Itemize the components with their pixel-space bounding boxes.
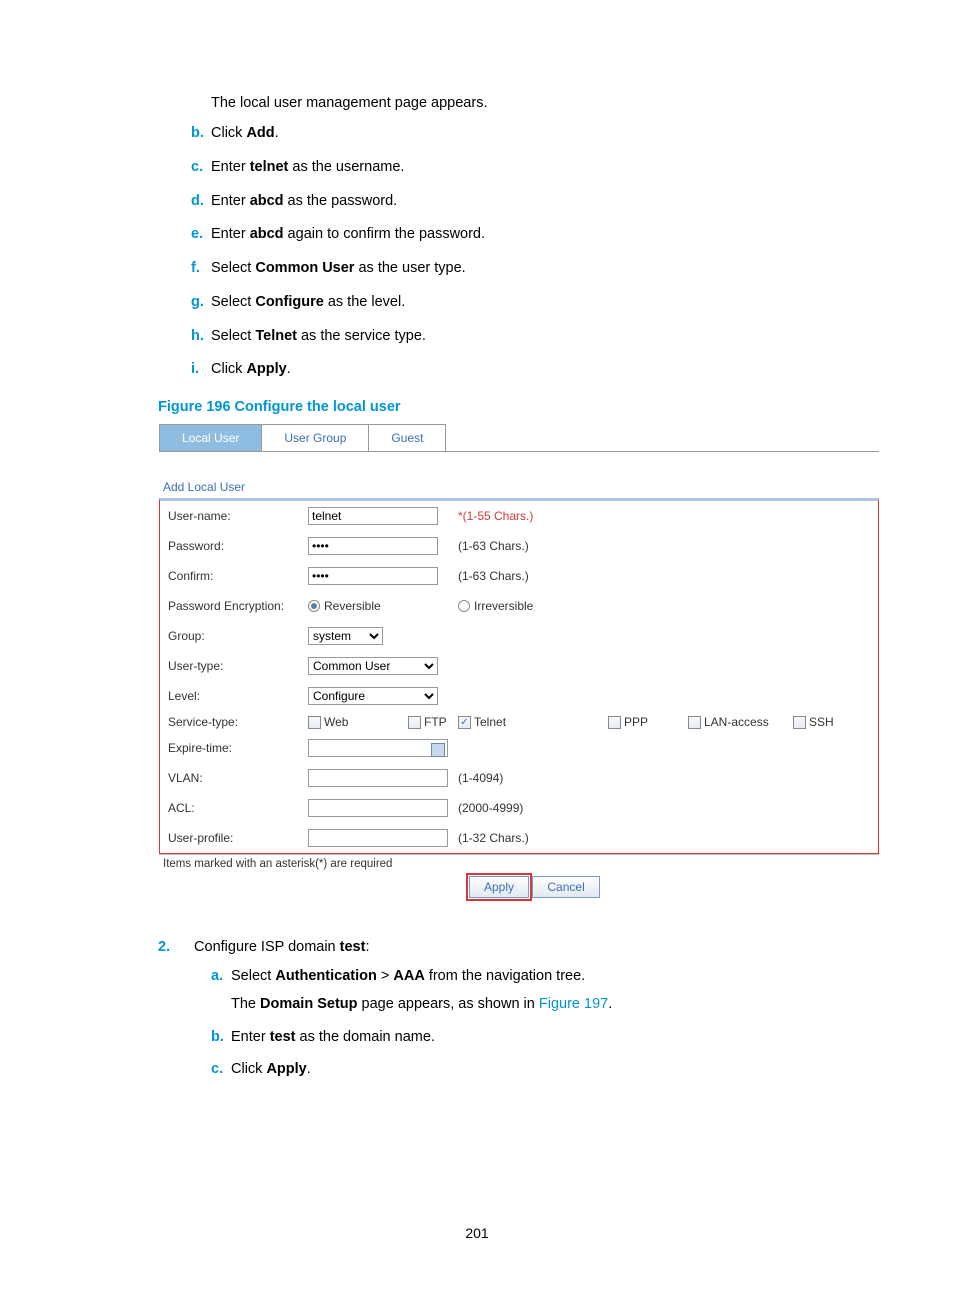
input-profile[interactable] bbox=[308, 829, 448, 847]
apply-button[interactable]: Apply bbox=[469, 876, 529, 898]
hint-username: *(1-55 Chars.) bbox=[458, 509, 533, 523]
radio-reversible-label: Reversible bbox=[324, 599, 381, 613]
checkbox-icon bbox=[608, 716, 621, 729]
service-ftp[interactable]: FTP bbox=[408, 715, 458, 729]
step2-c: c.Click Apply. bbox=[211, 1058, 864, 1080]
radio-irreversible[interactable] bbox=[458, 600, 470, 612]
hint-password: (1-63 Chars.) bbox=[458, 539, 529, 553]
required-note: Items marked with an asterisk(*) are req… bbox=[159, 854, 879, 870]
label-encryption: Password Encryption: bbox=[168, 599, 308, 613]
step-item: i.Click Apply. bbox=[191, 359, 864, 381]
step2-a-desc: The Domain Setup page appears, as shown … bbox=[231, 993, 864, 1015]
hint-vlan: (1-4094) bbox=[458, 771, 503, 785]
add-user-form: User-name: *(1-55 Chars.) Password: (1-6… bbox=[159, 498, 879, 854]
input-acl[interactable] bbox=[308, 799, 448, 817]
checkbox-icon bbox=[308, 716, 321, 729]
calendar-icon[interactable] bbox=[431, 743, 445, 757]
label-usertype: User-type: bbox=[168, 659, 308, 673]
label-vlan: VLAN: bbox=[168, 771, 308, 785]
input-password[interactable] bbox=[308, 537, 438, 555]
step-item: c.Enter telnet as the username. bbox=[191, 157, 864, 179]
tab-guest[interactable]: Guest bbox=[368, 424, 446, 451]
step2-number: 2. bbox=[158, 939, 178, 955]
hint-confirm: (1-63 Chars.) bbox=[458, 569, 529, 583]
service-telnet[interactable]: ✓Telnet bbox=[458, 715, 608, 729]
input-expire[interactable] bbox=[308, 739, 448, 757]
figure-caption: Figure 196 Configure the local user bbox=[158, 399, 864, 415]
step-item: g.Select Configure as the level. bbox=[191, 292, 864, 314]
hint-profile: (1-32 Chars.) bbox=[458, 831, 529, 845]
figure-197-link[interactable]: Figure 197 bbox=[539, 996, 608, 1012]
numbered-list: 2. Configure ISP domain test: a.Select A… bbox=[158, 939, 864, 1081]
label-level: Level: bbox=[168, 689, 308, 703]
screenshot-panel: Local User User Group Guest Add Local Us… bbox=[158, 423, 880, 899]
select-level[interactable]: Configure bbox=[308, 687, 438, 705]
tab-user-group[interactable]: User Group bbox=[261, 424, 369, 451]
step-item: h.Select Telnet as the service type. bbox=[191, 326, 864, 348]
label-group: Group: bbox=[168, 629, 308, 643]
section-title: Add Local User bbox=[163, 480, 879, 494]
input-username[interactable] bbox=[308, 507, 438, 525]
tab-bar: Local User User Group Guest bbox=[159, 424, 879, 452]
step-item: f.Select Common User as the user type. bbox=[191, 258, 864, 280]
tab-local-user[interactable]: Local User bbox=[159, 424, 262, 451]
label-expire: Expire-time: bbox=[168, 741, 308, 755]
label-service: Service-type: bbox=[168, 715, 308, 729]
label-username: User-name: bbox=[168, 509, 308, 523]
hint-acl: (2000-4999) bbox=[458, 801, 523, 815]
label-password: Password: bbox=[168, 539, 308, 553]
page-number: 201 bbox=[0, 1225, 954, 1241]
intro-text: The local user management page appears. bbox=[211, 95, 864, 111]
input-confirm[interactable] bbox=[308, 567, 438, 585]
radio-reversible[interactable] bbox=[308, 600, 320, 612]
label-profile: User-profile: bbox=[168, 831, 308, 845]
service-ssh[interactable]: SSH bbox=[793, 715, 853, 729]
cancel-button[interactable]: Cancel bbox=[532, 876, 599, 898]
label-acl: ACL: bbox=[168, 801, 308, 815]
step2-a: a.Select Authentication > AAA from the n… bbox=[211, 965, 864, 1016]
step-item: d.Enter abcd as the password. bbox=[191, 191, 864, 213]
step-item: e.Enter abcd again to confirm the passwo… bbox=[191, 224, 864, 246]
service-web[interactable]: Web bbox=[308, 715, 408, 729]
service-ppp[interactable]: PPP bbox=[608, 715, 688, 729]
step2-lead: Configure ISP domain test: bbox=[194, 939, 369, 955]
checkbox-icon bbox=[408, 716, 421, 729]
service-lan-access[interactable]: LAN-access bbox=[688, 715, 793, 729]
select-group[interactable]: system bbox=[308, 627, 383, 645]
radio-irreversible-label: Irreversible bbox=[474, 599, 533, 613]
checkbox-icon bbox=[688, 716, 701, 729]
step2-b: b.Enter test as the domain name. bbox=[211, 1026, 864, 1048]
select-usertype[interactable]: Common User bbox=[308, 657, 438, 675]
step-item: b.Click Add. bbox=[191, 123, 864, 145]
label-confirm: Confirm: bbox=[168, 569, 308, 583]
checkbox-icon: ✓ bbox=[458, 716, 471, 729]
checkbox-icon bbox=[793, 716, 806, 729]
steps-list-1: b.Click Add. c.Enter telnet as the userna… bbox=[191, 123, 864, 381]
input-vlan[interactable] bbox=[308, 769, 448, 787]
